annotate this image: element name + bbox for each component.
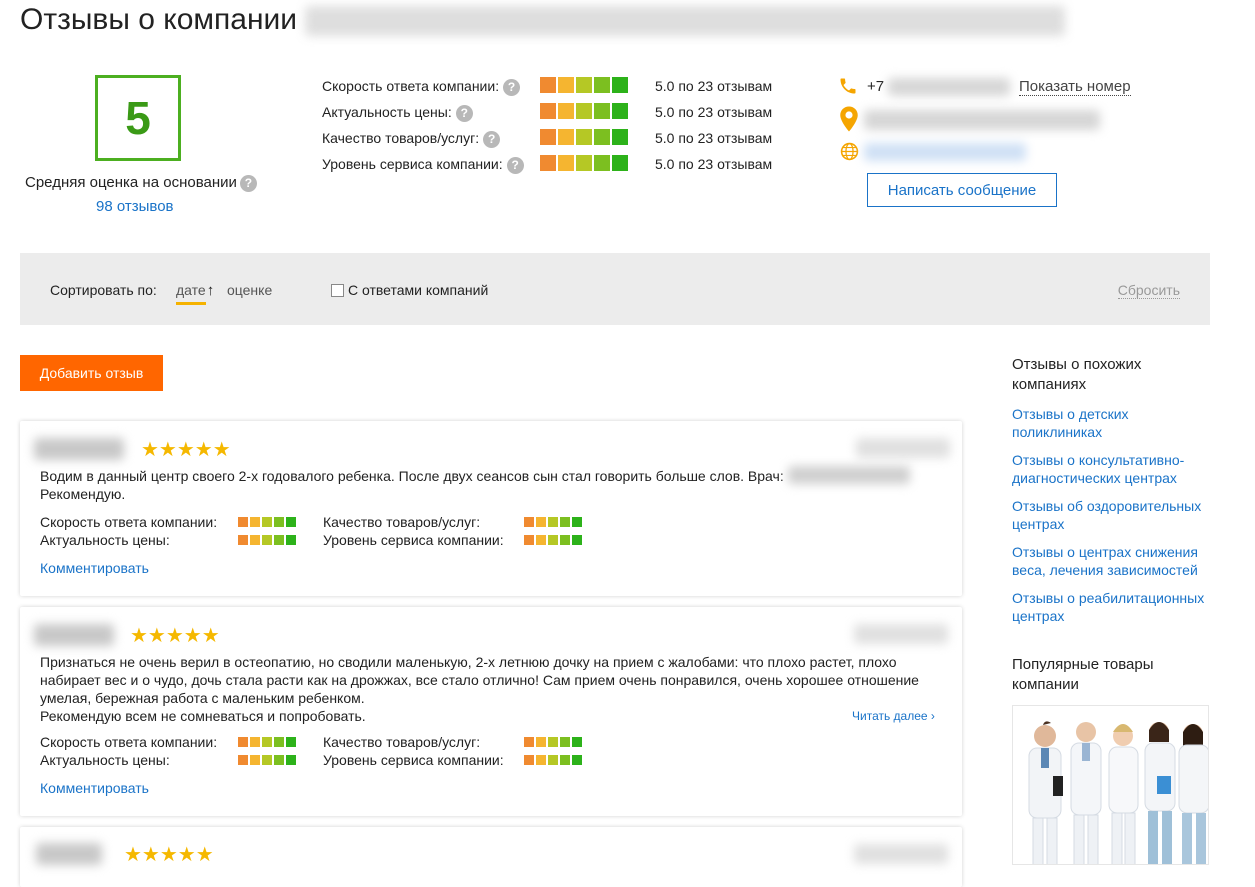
page-title: Отзывы о компании: [20, 3, 1066, 37]
checkbox[interactable]: [331, 284, 344, 297]
reviewer-name-redacted: [34, 438, 124, 460]
doctor-name-redacted: [787, 466, 910, 484]
review-card: ★★★★★ Водим в данный центр своего 2-х го…: [20, 421, 962, 596]
similar-companies-heading: Отзывы о похожих компаниях: [1012, 356, 1142, 393]
phone-redacted: [888, 78, 1011, 97]
rating-bar: [540, 77, 628, 93]
show-number-link[interactable]: Показать номер: [1019, 78, 1131, 96]
phone-number: +7: [867, 78, 1011, 97]
sidebar-link-children-clinics[interactable]: Отзывы о детских поликлиниках: [1012, 405, 1172, 441]
rating-bar: [540, 155, 628, 171]
review-date-redacted: [854, 844, 948, 864]
review-text: Признаться не очень верил в остеопатию, …: [40, 654, 919, 724]
comment-link[interactable]: Комментировать: [40, 560, 149, 576]
address-redacted: [864, 110, 1100, 130]
criterion-label: Качество товаров/услуг:: [323, 514, 481, 530]
sidebar-link-diagnostic-centers[interactable]: Отзывы о консультативно-диагностических …: [1012, 451, 1202, 487]
location-pin-icon: [840, 106, 858, 132]
popular-products-heading: Популярные товары компании: [1012, 656, 1154, 693]
reviewer-name-redacted: [36, 843, 102, 865]
criterion-label: Уровень сервиса компании:: [323, 752, 504, 768]
reviews-count-link[interactable]: 98 отзывов: [96, 198, 174, 215]
rating-bar: [524, 517, 582, 527]
review-text: Водим в данный центр своего 2-х годовало…: [40, 466, 920, 503]
doctors-photo: [1013, 706, 1208, 864]
criterion-label: Актуальность цены:: [40, 752, 170, 768]
company-name-redacted: [305, 6, 1066, 37]
reviewer-name-redacted: [34, 624, 114, 646]
criterion-label: Качество товаров/услуг:: [323, 734, 481, 750]
product-image[interactable]: [1012, 705, 1209, 865]
review-stars: ★★★★★: [130, 625, 220, 647]
help-icon[interactable]: ?: [483, 130, 501, 148]
criterion-label: Уровень сервиса компании:: [323, 532, 504, 548]
sort-label: Сортировать по:: [50, 282, 157, 298]
phone-icon: [840, 78, 856, 94]
sort-by-rating[interactable]: оценке: [227, 282, 272, 298]
website-redacted[interactable]: [864, 143, 1026, 161]
reset-link[interactable]: Сбросить: [1117, 282, 1180, 299]
rating-bar: [540, 103, 628, 119]
arrow-up-icon: ↑: [206, 282, 215, 299]
sidebar-link-weight-loss-centers[interactable]: Отзывы о центрах снижения веса, лечения …: [1012, 543, 1212, 579]
average-score-badge: 5: [95, 75, 181, 161]
with-replies-filter[interactable]: С ответами компаний: [331, 282, 488, 298]
rating-bar: [540, 129, 628, 145]
review-stars: ★★★★★: [141, 439, 231, 461]
help-icon[interactable]: ?: [455, 104, 473, 122]
review-date-redacted: [856, 438, 950, 458]
help-icon[interactable]: ?: [239, 174, 257, 192]
rating-bar: [238, 755, 296, 765]
read-more-link[interactable]: Читать далее ›: [852, 709, 935, 723]
review-card: ★★★★★ Признаться не очень верил в остеоп…: [20, 607, 962, 816]
write-message-button[interactable]: Написать сообщение: [867, 173, 1057, 207]
rating-bar: [238, 517, 296, 527]
criterion-label: Скорость ответа компании:: [40, 514, 218, 530]
sort-bar: Сортировать по: дате↑ оценке С ответами …: [20, 253, 1210, 325]
sort-by-date[interactable]: дате↑: [176, 282, 215, 305]
review-stars: ★★★★★: [124, 844, 214, 866]
rating-bar: [238, 535, 296, 545]
help-icon[interactable]: ?: [506, 156, 524, 174]
rating-bar: [524, 737, 582, 747]
criterion-label: Скорость ответа компании:: [40, 734, 218, 750]
comment-link[interactable]: Комментировать: [40, 780, 149, 796]
review-card: ★★★★★: [20, 827, 962, 887]
add-review-button[interactable]: Добавить отзыв: [20, 355, 163, 391]
average-score-label: Средняя оценка на основании?: [25, 174, 257, 192]
sidebar-link-rehab-centers[interactable]: Отзывы о реабилитационных центрах: [1012, 589, 1222, 625]
rating-bar: [524, 535, 582, 545]
criterion-label: Актуальность цены:: [40, 532, 170, 548]
sidebar-link-wellness-centers[interactable]: Отзывы об оздоровительных центрах: [1012, 497, 1222, 533]
rating-bar: [524, 755, 582, 765]
rating-bar: [238, 737, 296, 747]
globe-icon: [840, 142, 859, 161]
help-icon[interactable]: ?: [503, 78, 521, 96]
review-date-redacted: [854, 624, 948, 644]
